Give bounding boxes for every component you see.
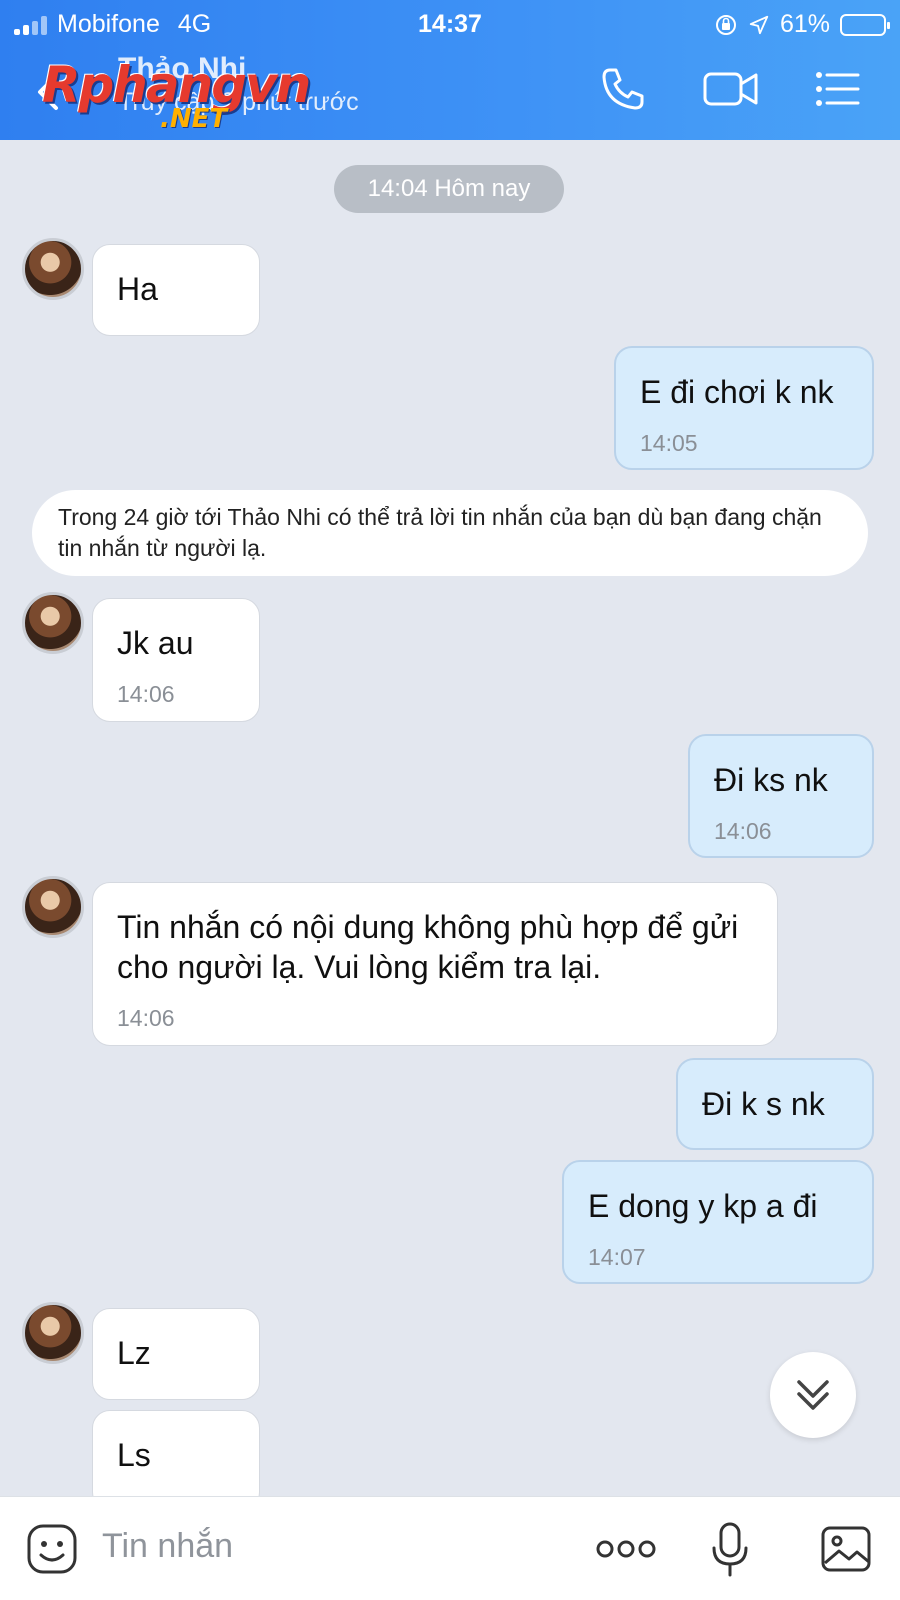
more-icon[interactable] [596,1535,656,1563]
message-bubble-sent[interactable]: Đi k s nk [676,1058,874,1150]
battery-percent: 61% [779,10,830,38]
avatar[interactable] [22,238,84,300]
message-time: 14:06 [714,818,772,844]
chevron-double-down-icon [797,1380,829,1410]
emoji-icon[interactable] [26,1523,78,1575]
message-time: 14:05 [640,430,698,456]
message-text: Ha [117,271,158,307]
phone-icon[interactable] [598,64,648,114]
date-separator: 14:04 Hôm nay [334,165,564,213]
battery-icon [840,13,890,36]
message-text: Lz [117,1335,151,1371]
image-icon[interactable] [820,1523,874,1575]
chat-header: Mobifone 4G 14:37 61% Thảo Nhi Truy cập … [0,0,900,140]
message-bubble-sent[interactable]: E dong y kp a đi 14:07 [562,1160,874,1284]
message-bubble-sent[interactable]: Đi ks nk 14:06 [688,734,874,858]
menu-list-icon[interactable] [812,64,862,114]
watermark-logo-sub: .NET [160,104,228,134]
video-call-icon[interactable] [702,64,760,114]
microphone-icon[interactable] [710,1521,750,1579]
message-bubble-sent[interactable]: E đi chơi k nk 14:05 [614,346,874,470]
avatar[interactable] [22,592,84,654]
message-text: Ls [117,1437,151,1473]
message-text: E đi chơi k nk [640,374,834,410]
message-input[interactable]: Tin nhắn [102,1527,233,1566]
location-icon [749,15,769,34]
orientation-lock-icon [715,14,736,35]
message-bubble-received[interactable]: Ha [92,244,260,336]
scroll-to-bottom-button[interactable] [770,1352,856,1438]
message-bubble-received[interactable]: Jk au 14:06 [92,598,260,722]
message-time: 14:06 [117,1005,175,1031]
message-text: Jk au [117,625,194,661]
status-bar: Mobifone 4G 14:37 61% [0,6,900,40]
message-text: Đi k s nk [702,1086,825,1122]
message-input-bar: Tin nhắn [0,1496,900,1600]
message-text: E dong y kp a đi [588,1188,818,1224]
stranger-notice: Trong 24 giờ tới Thảo Nhi có thể trả lời… [32,490,868,576]
avatar[interactable] [22,876,84,938]
message-bubble-received[interactable]: Lz [92,1308,260,1400]
message-time: 14:07 [588,1244,646,1270]
message-time: 14:06 [117,681,175,707]
message-bubble-received[interactable]: Ls [92,1410,260,1510]
message-bubble-received[interactable]: Tin nhắn có nội dung không phù hợp để gử… [92,882,778,1046]
message-text: Đi ks nk [714,762,828,798]
message-text: Tin nhắn có nội dung không phù hợp để gử… [117,909,739,985]
avatar[interactable] [22,1302,84,1364]
